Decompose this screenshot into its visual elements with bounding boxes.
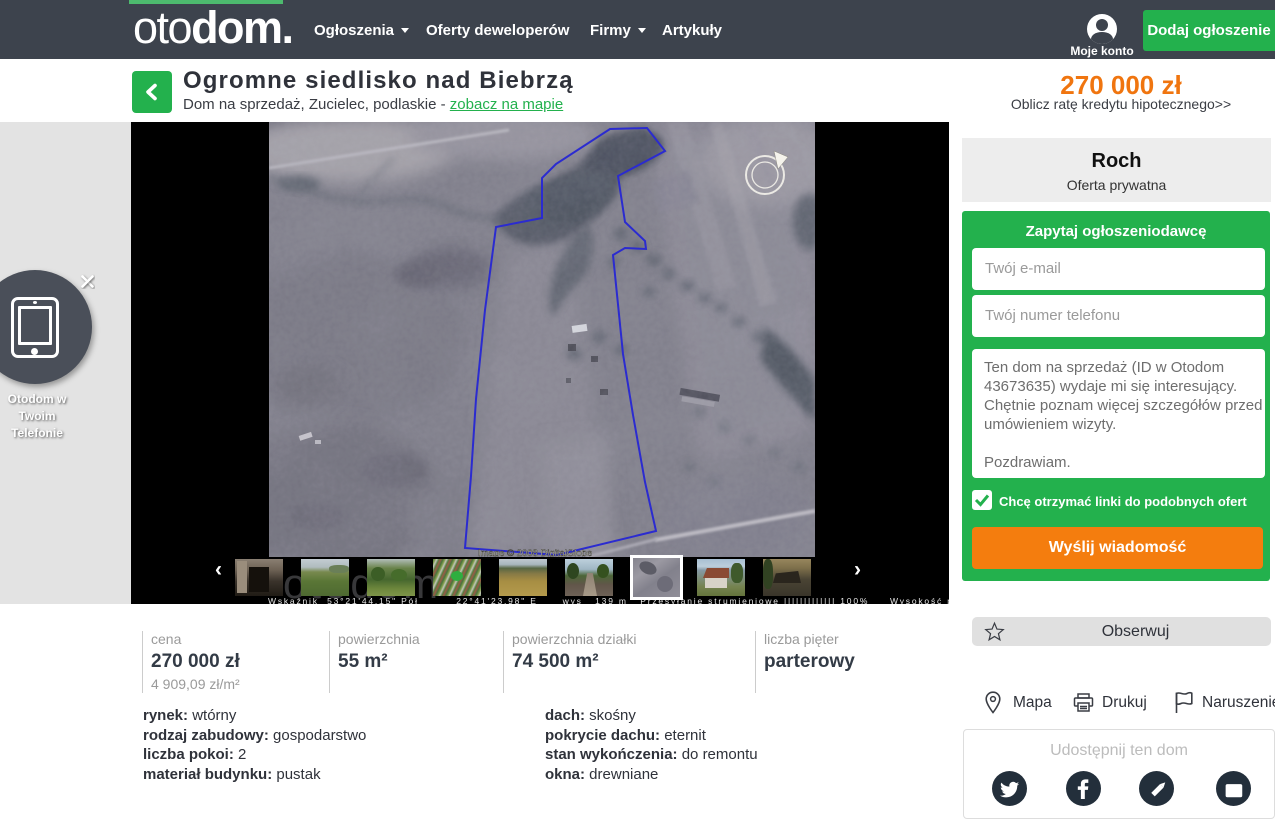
svg-text:Image © 2008 DigitalGlobe: Image © 2008 DigitalGlobe xyxy=(478,548,592,557)
